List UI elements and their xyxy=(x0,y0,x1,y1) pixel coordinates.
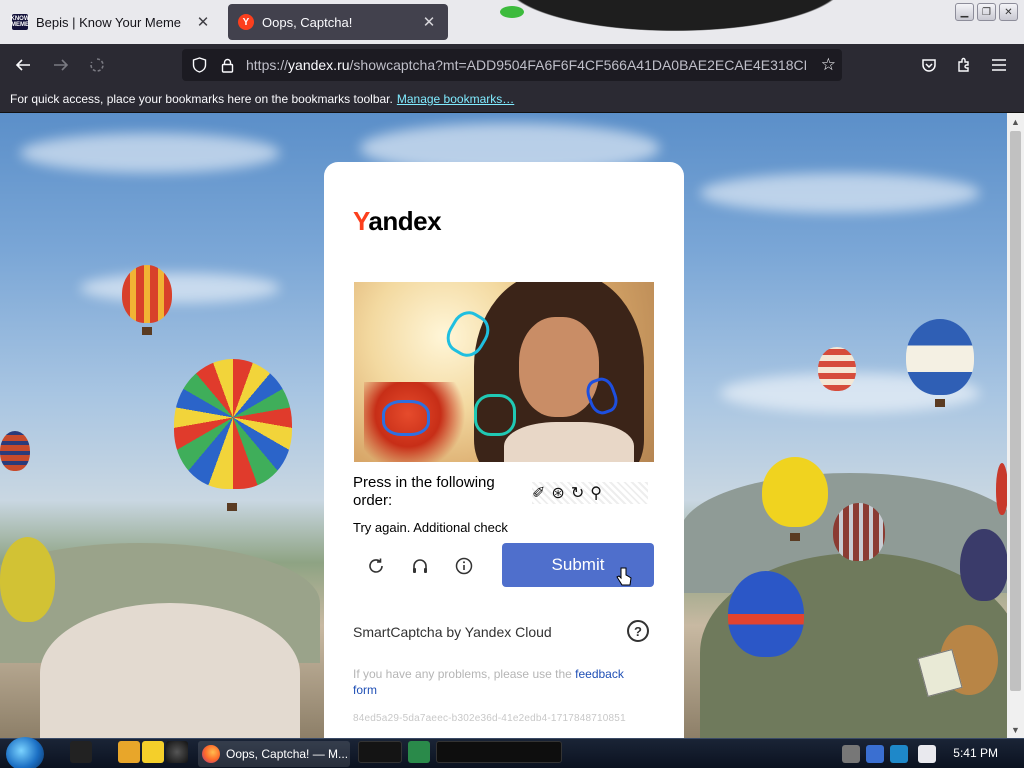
reload-button[interactable] xyxy=(84,52,110,78)
minimize-button[interactable]: ▁ xyxy=(955,3,974,21)
info-icon xyxy=(455,557,473,575)
tray-icon[interactable] xyxy=(918,745,936,763)
hand-cursor-icon xyxy=(616,567,632,592)
window-controls: ▁ ❐ ✕ xyxy=(955,3,1018,21)
arrow-left-icon xyxy=(15,59,30,71)
hamster-sticker xyxy=(917,613,1002,703)
order-icon-4: ⚲ xyxy=(590,485,602,502)
shield-tray-icon[interactable] xyxy=(866,745,884,763)
page-background: Yandex Press in the following order: ✐ ⊛… xyxy=(0,113,1007,738)
page-scrollbar[interactable]: ▲ ▼ xyxy=(1007,113,1024,738)
shield-icon[interactable] xyxy=(188,57,210,73)
start-button[interactable] xyxy=(6,737,44,768)
close-window-button[interactable]: ✕ xyxy=(999,3,1018,21)
captcha-target-icon[interactable] xyxy=(474,394,516,436)
info-button[interactable] xyxy=(450,552,478,580)
nav-bar: https://yandex.ru/showcaptcha?mt=ADD9504… xyxy=(0,44,1024,86)
scroll-down-icon[interactable]: ▼ xyxy=(1007,721,1024,738)
taskbar-app-icon[interactable] xyxy=(142,741,164,763)
kym-favicon-icon: KNOW MEME xyxy=(10,14,30,30)
yandex-favicon-icon: Y xyxy=(238,14,254,30)
bookmarks-toolbar: For quick access, place your bookmarks h… xyxy=(0,86,1024,113)
scroll-up-icon[interactable]: ▲ xyxy=(1007,113,1024,130)
extensions-icon[interactable] xyxy=(951,52,977,78)
address-bar[interactable]: https://yandex.ru/showcaptcha?mt=ADD9504… xyxy=(182,49,842,81)
taskbar-app-icon[interactable] xyxy=(118,741,140,763)
taskbar-app-icon[interactable] xyxy=(436,741,562,763)
captcha-id: 84ed5a29-5da7aeec-b302e36d-41e2edb4-1717… xyxy=(353,713,626,724)
lock-icon[interactable] xyxy=(216,58,238,73)
tab-bar: KNOW MEME Bepis | Know Your Meme ✕ Y Oops… xyxy=(0,0,1024,44)
captcha-card: Yandex Press in the following order: ✐ ⊛… xyxy=(324,162,684,738)
url-text: https://yandex.ru/showcaptcha?mt=ADD9504… xyxy=(246,57,806,73)
star-bookmark-icon[interactable]: ☆ xyxy=(821,55,836,75)
manage-bookmarks-link[interactable]: Manage bookmarks… xyxy=(397,92,514,106)
captcha-image[interactable] xyxy=(354,282,654,462)
order-icon-3: ↻ xyxy=(570,485,585,502)
taskbar-app-icon[interactable] xyxy=(358,741,402,763)
captcha-status: Try again. Additional check xyxy=(353,520,508,535)
order-icon-1: ✐ xyxy=(532,485,546,502)
captcha-instruction: Press in the following order: xyxy=(353,474,495,509)
tab-captcha[interactable]: Y Oops, Captcha! ✕ xyxy=(228,4,448,40)
taskbar: Oops, Captcha! — M... 5:41 PM xyxy=(0,737,1024,768)
captcha-footer-brand: SmartCaptcha by Yandex Cloud xyxy=(353,624,552,640)
menu-icon[interactable] xyxy=(986,52,1012,78)
close-icon[interactable]: ✕ xyxy=(420,13,438,31)
refresh-button[interactable] xyxy=(362,552,390,580)
tray-icon[interactable] xyxy=(890,745,908,763)
tab-title: Oops, Captcha! xyxy=(262,14,353,30)
taskbar-app-icon[interactable] xyxy=(70,741,92,763)
captcha-order-hint: ✐ ⊛ ↻ ⚲ xyxy=(532,482,648,504)
close-icon[interactable]: ✕ xyxy=(194,13,212,31)
back-button[interactable] xyxy=(10,52,36,78)
help-icon[interactable]: ? xyxy=(627,620,649,642)
maximize-button[interactable]: ❐ xyxy=(977,3,996,21)
order-icon-2: ⊛ xyxy=(551,485,565,502)
taskbar-firefox-window[interactable]: Oops, Captcha! — M... xyxy=(198,741,350,767)
taskbar-app-icon[interactable] xyxy=(166,741,188,763)
tab-title: Bepis | Know Your Meme xyxy=(36,14,182,30)
refresh-icon xyxy=(369,558,383,573)
taskbar-clock[interactable]: 5:41 PM xyxy=(953,746,998,760)
taskbar-window-label: Oops, Captcha! — M... xyxy=(226,747,349,761)
captcha-target-icon[interactable] xyxy=(382,400,430,436)
yandex-logo: Yandex xyxy=(353,206,442,236)
problems-text: If you have any problems, please use the… xyxy=(353,667,624,697)
arrow-right-icon xyxy=(54,59,69,71)
tab-know-your-meme[interactable]: KNOW MEME Bepis | Know Your Meme ✕ xyxy=(2,4,222,40)
taskbar-app-icon[interactable] xyxy=(408,741,430,763)
theme-artwork xyxy=(460,0,890,44)
loading-icon xyxy=(90,58,104,72)
tray-icon[interactable] xyxy=(842,745,860,763)
headphones-icon xyxy=(413,559,427,573)
scroll-thumb[interactable] xyxy=(1010,131,1021,691)
firefox-icon xyxy=(202,745,220,763)
pocket-icon[interactable] xyxy=(916,52,942,78)
forward-button[interactable] xyxy=(48,52,74,78)
bookmarks-hint: For quick access, place your bookmarks h… xyxy=(10,92,393,106)
audio-button[interactable] xyxy=(406,552,434,580)
